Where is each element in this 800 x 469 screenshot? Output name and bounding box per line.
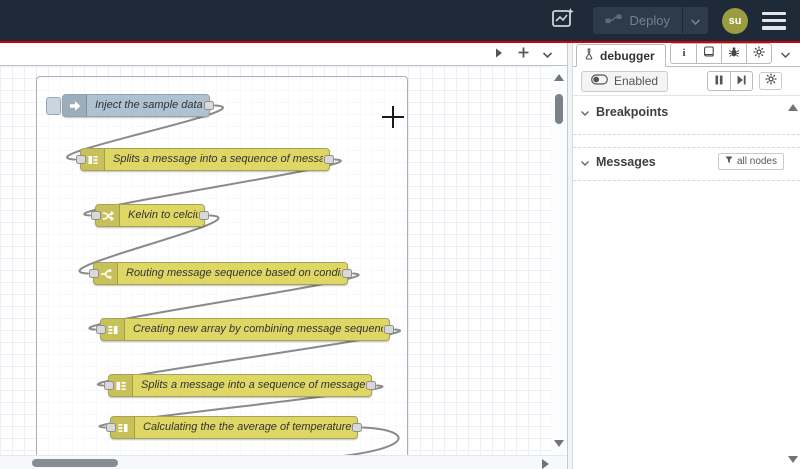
node-output-port[interactable] [366, 381, 376, 390]
pause-button[interactable] [708, 72, 730, 90]
sidebar-tab-list-button[interactable] [776, 44, 794, 63]
flow-node-switch[interactable]: Routing message sequence based on condit… [89, 262, 352, 285]
scroll-right-icon[interactable] [542, 459, 549, 469]
node-label: Routing message sequence based on condit… [126, 267, 341, 279]
deploy-button[interactable]: Deploy [592, 7, 708, 34]
canvas-vertical-scrollbar[interactable] [551, 66, 567, 455]
node-label: Splits a message into a sequence of mess… [141, 379, 365, 391]
node-output-port[interactable] [384, 325, 394, 334]
node-input-port[interactable] [104, 381, 114, 390]
user-avatar[interactable]: su [722, 7, 748, 34]
node-label: Creating new array by combining message … [133, 323, 383, 335]
node-output-port[interactable] [342, 269, 352, 278]
step-next-button[interactable] [730, 72, 752, 90]
sidebar: debugger i Enabled Breakpoints Messages … [573, 43, 800, 469]
section-label: Messages [596, 155, 656, 169]
debugger-toolbar: Enabled [573, 67, 800, 96]
flow-node-join[interactable]: Calculating the the average of temperatu… [106, 416, 362, 439]
flow-node-join[interactable]: Creating new array by combining message … [96, 318, 394, 341]
flow-image-sparkle-icon [550, 6, 576, 35]
node-input-port[interactable] [106, 423, 116, 432]
filter-label: all nodes [736, 156, 777, 167]
node-output-port[interactable] [199, 211, 209, 220]
deploy-label: Deploy [629, 13, 670, 28]
tab-label: debugger [600, 48, 655, 63]
flow-node-inject[interactable]: Inject the sample data [46, 94, 214, 117]
node-label: Calculating the the average of temperatu… [143, 421, 351, 433]
sidebar-tabbar: debugger i [573, 43, 800, 67]
debugger-panel: Breakpoints Messages all nodes [573, 98, 800, 469]
flow-image-button[interactable] [547, 7, 579, 35]
flow-list-chevron-icon [542, 45, 552, 63]
add-flow-button[interactable] [513, 45, 533, 63]
header-bar: Deploy su [0, 0, 800, 41]
flow-canvas[interactable]: Inject the sample data Splits a message i… [0, 66, 567, 455]
node-red-app: Deploy su Inject the sample data Splits … [0, 0, 800, 469]
scroll-down-icon[interactable] [554, 440, 564, 447]
config-tab-button[interactable] [746, 44, 771, 63]
debug-tab-button[interactable] [721, 44, 746, 63]
node-input-port[interactable] [76, 155, 86, 164]
flask-icon [585, 48, 595, 63]
tab-debugger[interactable]: debugger [576, 44, 666, 67]
gear-icon [753, 45, 765, 63]
deploy-options-button[interactable] [683, 7, 708, 34]
deploy-nodes-icon [605, 13, 623, 28]
scroll-down-icon[interactable] [788, 456, 798, 463]
pause-icon [715, 72, 723, 90]
node-output-port[interactable] [204, 101, 214, 110]
main-menu-button[interactable] [762, 11, 786, 30]
flow-node-change[interactable]: Kelvin to celcius [91, 204, 209, 227]
chevron-down-icon [780, 45, 790, 63]
svg-text:i: i [682, 47, 685, 58]
info-icon: i [681, 45, 687, 63]
debugger-enabled-toggle[interactable]: Enabled [581, 70, 669, 92]
enabled-label: Enabled [614, 74, 659, 88]
node-input-port[interactable] [89, 269, 99, 278]
flow-node-split[interactable]: Splits a message into a sequence of mess… [104, 374, 376, 397]
chevron-down-icon [581, 105, 589, 119]
bug-icon [728, 45, 740, 63]
node-output-port[interactable] [324, 155, 334, 164]
add-flow-plus-icon [518, 45, 529, 63]
section-messages[interactable]: Messages all nodes [573, 147, 800, 175]
messages-filter-button[interactable]: all nodes [717, 153, 784, 170]
help-tab-button[interactable] [696, 44, 721, 63]
flow-tabbar [0, 43, 567, 66]
canvas-pane: Inject the sample data Splits a message i… [0, 43, 567, 469]
node-input-port[interactable] [91, 211, 101, 220]
node-label: Kelvin to celcius [128, 209, 198, 221]
scroll-up-icon[interactable] [554, 74, 564, 81]
toggle-icon [591, 74, 608, 88]
tab-scroll-right-icon [495, 45, 503, 63]
book-icon [703, 45, 715, 63]
inject-trigger-button[interactable] [46, 96, 61, 115]
section-label: Breakpoints [596, 105, 669, 119]
node-output-port[interactable] [352, 423, 362, 432]
node-label: Splits a message into a sequence of mess… [113, 153, 323, 165]
sidebar-scrollbar[interactable] [786, 98, 800, 469]
horizontal-scroll-thumb[interactable] [32, 459, 118, 467]
menu-icon [762, 11, 786, 15]
breakpoints-list [573, 125, 800, 135]
step-next-icon [737, 72, 746, 90]
node-input-port[interactable] [96, 325, 106, 334]
gear-icon [765, 72, 777, 90]
messages-list [573, 175, 800, 181]
canvas-horizontal-scrollbar[interactable] [0, 455, 567, 469]
section-breakpoints[interactable]: Breakpoints [573, 98, 800, 125]
info-tab-button[interactable]: i [671, 44, 696, 63]
flow-list-button[interactable] [537, 45, 557, 63]
inject-arrow-icon [63, 95, 87, 116]
node-label: Inject the sample data [95, 99, 203, 111]
funnel-icon [725, 156, 733, 167]
chevron-down-icon [581, 155, 589, 169]
flow-node-split[interactable]: Splits a message into a sequence of mess… [76, 148, 334, 171]
scroll-up-icon[interactable] [788, 104, 798, 111]
chevron-down-icon [690, 12, 701, 30]
vertical-scroll-thumb[interactable] [555, 94, 563, 124]
debugger-settings-button[interactable] [759, 72, 782, 90]
tab-scroll-right-button[interactable] [489, 45, 509, 63]
